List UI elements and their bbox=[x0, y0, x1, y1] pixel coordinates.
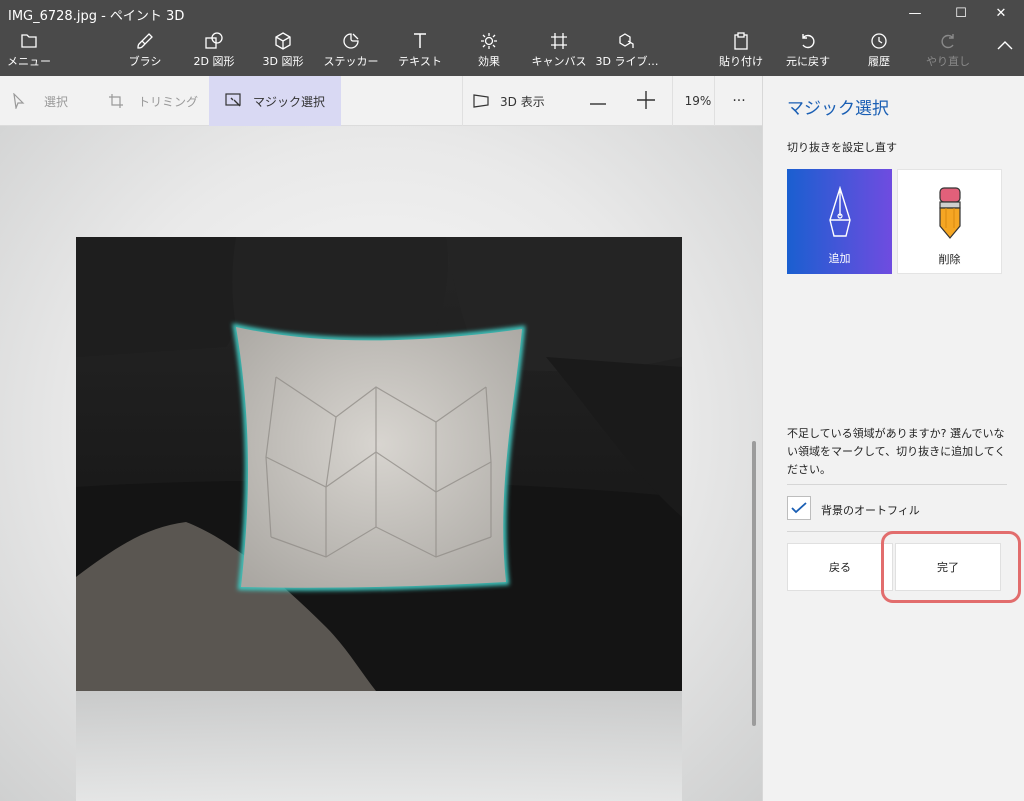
library3d-button[interactable]: 3D ライブ… bbox=[595, 26, 659, 76]
panel-title: マジック選択 bbox=[787, 99, 889, 119]
minus-icon bbox=[590, 94, 606, 108]
add-label: 追加 bbox=[828, 252, 851, 265]
undo-icon bbox=[799, 26, 817, 50]
magic-select-icon bbox=[225, 93, 243, 109]
library-icon bbox=[618, 26, 636, 50]
redo-button[interactable]: やり直し bbox=[924, 26, 972, 76]
canvas-label: キャンバス bbox=[531, 55, 587, 68]
title-bar: IMG_6728.jpg - ペイント 3D — ☐ ✕ bbox=[0, 0, 1024, 26]
paste-label: 貼り付け bbox=[719, 55, 763, 68]
chevron-up-icon bbox=[997, 26, 1013, 50]
back-button[interactable]: 戻る bbox=[787, 543, 893, 591]
text-icon bbox=[412, 26, 428, 50]
magic-select-label: マジック選択 bbox=[253, 94, 326, 109]
menu-label: メニュー bbox=[7, 55, 51, 68]
brush-button[interactable]: ブラシ bbox=[122, 26, 168, 76]
vertical-scrollbar[interactable] bbox=[752, 441, 756, 726]
brush-icon bbox=[136, 26, 154, 50]
sun-icon bbox=[480, 26, 498, 50]
library3d-label: 3D ライブ… bbox=[595, 55, 659, 68]
sticker-icon bbox=[342, 26, 360, 50]
hint-text: 不足している領域がありますか? 選んでいない領域をマークして、切り抜きに追加して… bbox=[787, 427, 1006, 476]
history-label: 履歴 bbox=[868, 55, 890, 68]
zoom-value: 19% bbox=[684, 94, 712, 108]
done-button-highlight bbox=[881, 531, 1021, 603]
folder-icon bbox=[20, 26, 38, 50]
menu-button[interactable]: メニュー bbox=[7, 26, 51, 76]
effects-label: 効果 bbox=[478, 55, 500, 68]
ribbon: メニュー ブラシ 2D 図形 3D 図形 ステッカー テキスト 効果 キャンバス… bbox=[0, 26, 1024, 76]
shapes3d-button[interactable]: 3D 図形 bbox=[258, 26, 308, 76]
close-button[interactable]: ✕ bbox=[978, 0, 1024, 26]
close-icon: ✕ bbox=[995, 5, 1007, 21]
collapse-ribbon-button[interactable] bbox=[992, 26, 1018, 76]
divider bbox=[462, 76, 463, 126]
cursor-icon bbox=[12, 93, 26, 109]
canvas-area[interactable] bbox=[0, 126, 762, 801]
more-options-button[interactable]: ··· bbox=[724, 76, 754, 126]
more-icon: ··· bbox=[732, 93, 746, 109]
cube-icon bbox=[274, 26, 292, 50]
select-label: 選択 bbox=[44, 94, 69, 109]
checkmark-icon bbox=[791, 499, 807, 518]
stickers-button[interactable]: ステッカー bbox=[323, 26, 379, 76]
shapes2d-icon bbox=[204, 26, 224, 50]
shapes3d-label: 3D 図形 bbox=[262, 55, 304, 68]
pen-icon bbox=[826, 183, 854, 241]
autofill-checkbox[interactable] bbox=[787, 496, 811, 520]
redo-icon bbox=[939, 26, 957, 50]
history-button[interactable]: 履歴 bbox=[858, 26, 900, 76]
divider bbox=[672, 76, 673, 126]
clipboard-icon bbox=[732, 26, 750, 50]
back-label: 戻る bbox=[829, 561, 851, 574]
text-button[interactable]: テキスト bbox=[396, 26, 444, 76]
tool-options-bar: 選択 トリミング マジック選択 3D 表示 19% ··· bbox=[0, 76, 762, 126]
text-label: テキスト bbox=[398, 55, 442, 68]
add-button[interactable]: 追加 bbox=[787, 169, 892, 274]
undo-button[interactable]: 元に戻す bbox=[784, 26, 832, 76]
window-title: IMG_6728.jpg - ペイント 3D bbox=[8, 9, 185, 24]
crop-tool[interactable]: トリミング bbox=[108, 76, 208, 126]
zoom-level[interactable]: 19% bbox=[680, 76, 716, 126]
eraser-icon bbox=[937, 184, 963, 242]
view-3d-icon bbox=[472, 93, 490, 109]
zoom-out-button[interactable] bbox=[586, 76, 610, 126]
shapes2d-label: 2D 図形 bbox=[193, 55, 235, 68]
magic-select-tool[interactable]: マジック選択 bbox=[209, 76, 341, 126]
divider bbox=[787, 484, 1007, 485]
view-3d-button[interactable]: 3D 表示 bbox=[472, 76, 562, 126]
plus-icon bbox=[637, 90, 655, 112]
paste-button[interactable]: 貼り付け bbox=[718, 26, 764, 76]
redo-label: やり直し bbox=[926, 55, 970, 68]
shapes2d-button[interactable]: 2D 図形 bbox=[188, 26, 240, 76]
divider bbox=[714, 76, 715, 126]
brush-label: ブラシ bbox=[128, 55, 162, 68]
minimize-icon: — bbox=[908, 5, 922, 21]
remove-button[interactable]: 削除 bbox=[897, 169, 1002, 274]
photo-canvas[interactable] bbox=[76, 237, 682, 691]
maximize-icon: ☐ bbox=[955, 5, 967, 21]
autofill-label: 背景のオートフィル bbox=[821, 504, 920, 517]
magic-select-panel: マジック選択 切り抜きを設定し直す 追加 削除 不足している領域がありますか? … bbox=[762, 76, 1024, 801]
minimize-button[interactable]: — bbox=[892, 0, 938, 26]
panel-subtitle: 切り抜きを設定し直す bbox=[787, 141, 897, 154]
crop-icon bbox=[108, 93, 124, 109]
sofa-pillow-image bbox=[76, 237, 682, 691]
undo-label: 元に戻す bbox=[786, 55, 830, 68]
select-tool[interactable]: 選択 bbox=[12, 76, 102, 126]
zoom-in-button[interactable] bbox=[634, 76, 658, 126]
stickers-label: ステッカー bbox=[323, 55, 379, 68]
remove-label: 削除 bbox=[938, 253, 961, 266]
crop-label: トリミング bbox=[138, 94, 199, 109]
canvas-icon bbox=[550, 26, 568, 50]
view-3d-label: 3D 表示 bbox=[500, 94, 545, 109]
effects-button[interactable]: 効果 bbox=[468, 26, 510, 76]
canvas-reflection bbox=[76, 691, 682, 801]
canvas-button[interactable]: キャンバス bbox=[530, 26, 588, 76]
history-icon bbox=[870, 26, 888, 50]
